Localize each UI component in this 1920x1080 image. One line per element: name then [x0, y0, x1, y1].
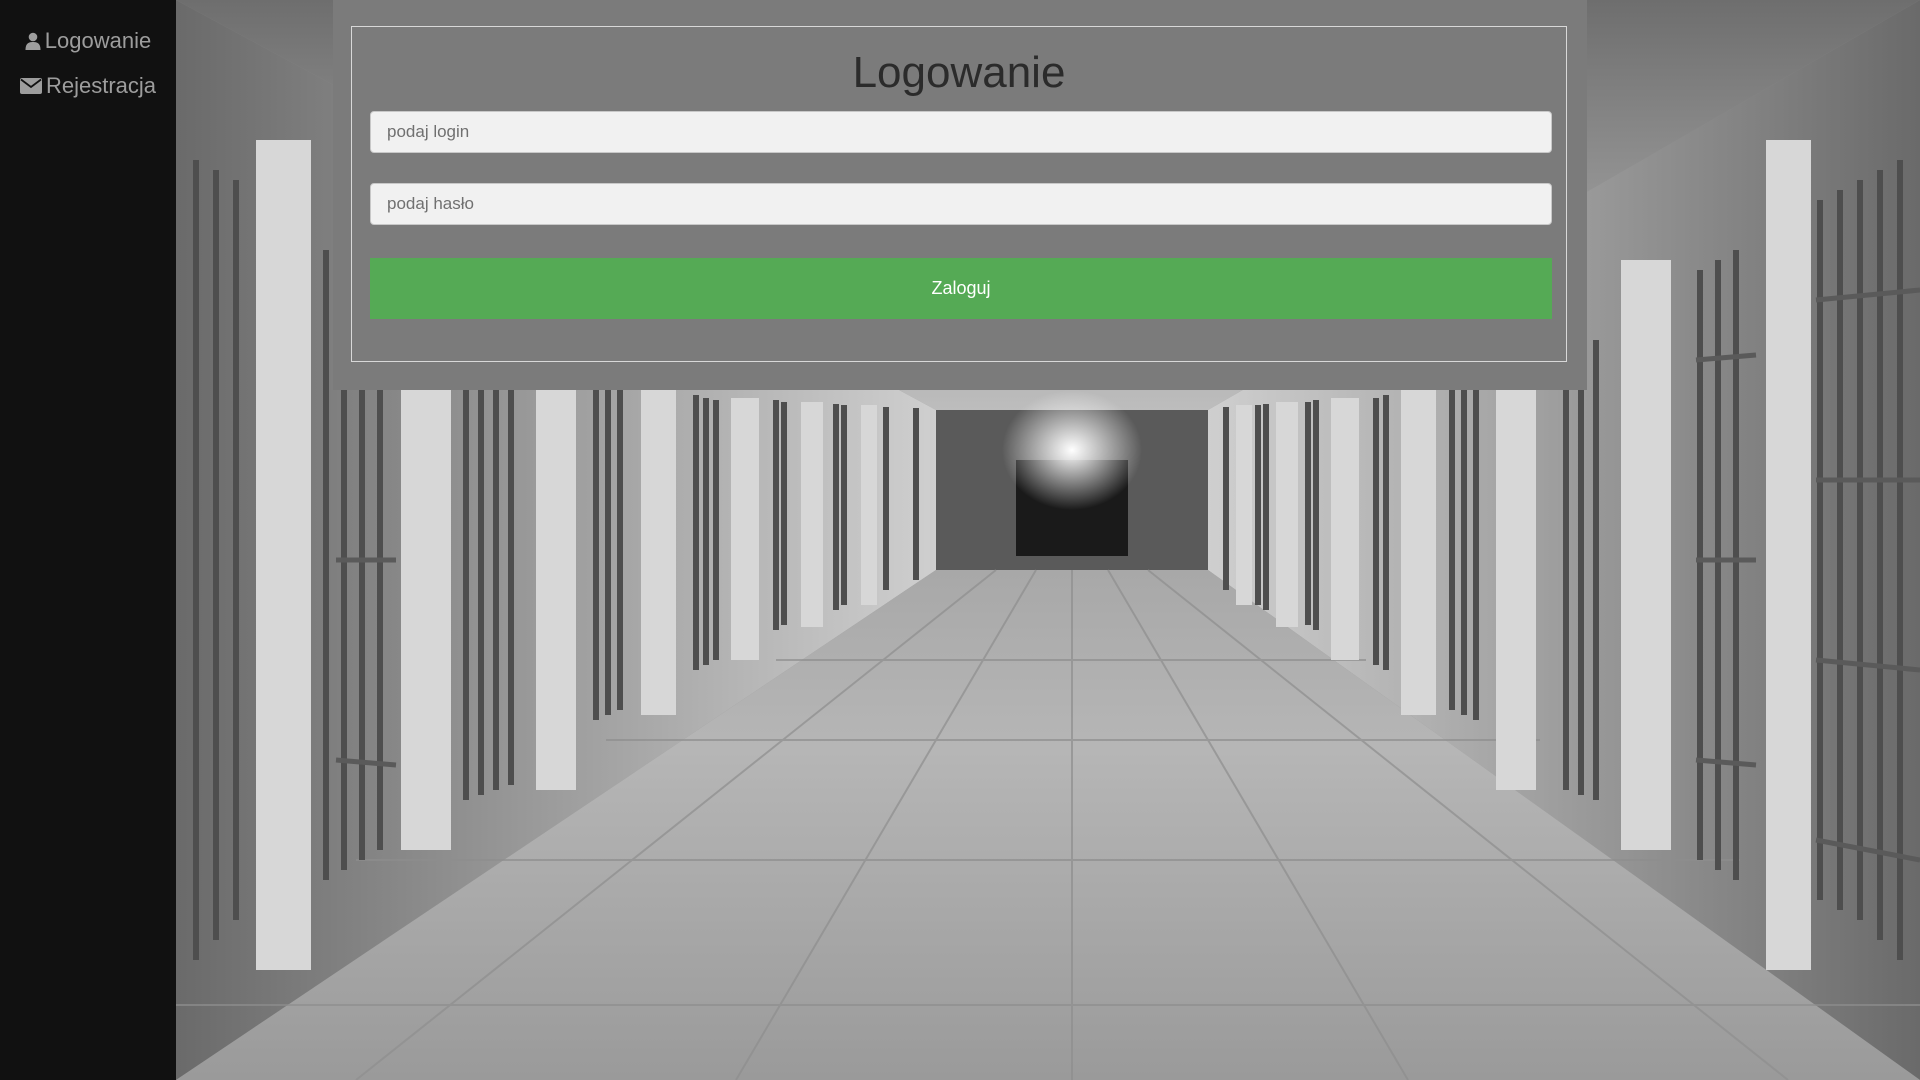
user-icon — [25, 32, 41, 50]
password-input[interactable] — [370, 183, 1552, 225]
sidebar: Logowanie Rejestracja — [0, 0, 176, 1080]
page-title: Logowanie — [852, 48, 1066, 97]
sidebar-item-rejestracja[interactable]: Rejestracja — [0, 66, 176, 106]
envelope-icon — [19, 77, 42, 95]
page: Logowanie Rejestracja Logowanie Zaloguj — [0, 0, 1920, 1080]
sidebar-item-label: Rejestracja — [45, 73, 157, 98]
login-button[interactable]: Zaloguj — [370, 258, 1552, 319]
sidebar-item-logowanie[interactable]: Logowanie — [0, 21, 176, 61]
login-panel: Logowanie Zaloguj — [333, 0, 1587, 390]
sidebar-item-label: Logowanie — [44, 28, 152, 53]
login-input[interactable] — [370, 111, 1552, 153]
login-form: Logowanie Zaloguj — [351, 26, 1567, 362]
